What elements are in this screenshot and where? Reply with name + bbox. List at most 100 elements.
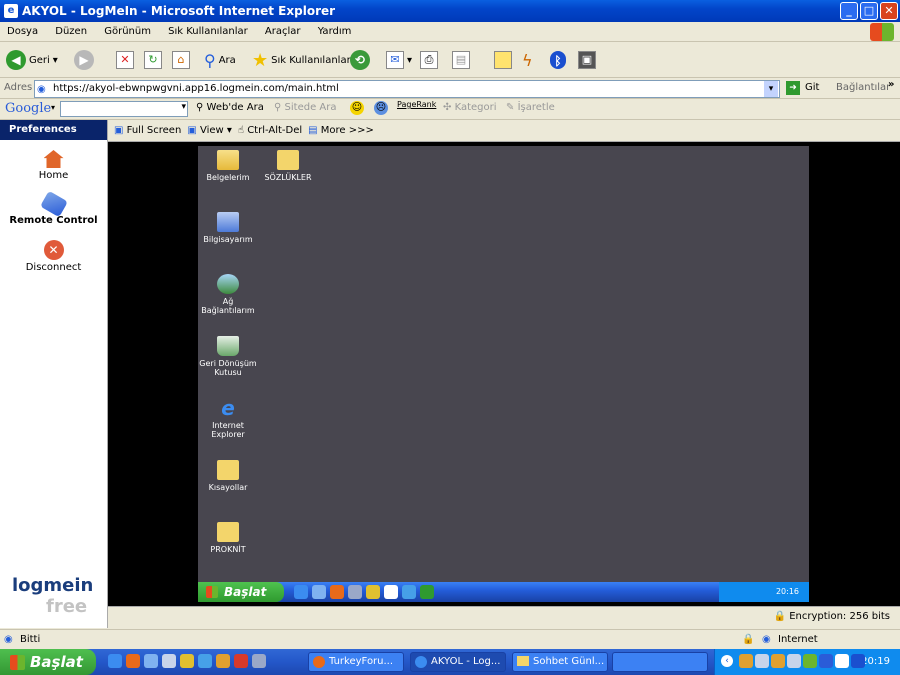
quicklaunch-icon[interactable] (216, 654, 230, 668)
more-button[interactable]: ▤ More >>> (308, 125, 374, 136)
bluetooth-button[interactable]: ᛒ (550, 47, 566, 73)
stop-button[interactable]: ✕ (116, 47, 134, 73)
full-screen-button[interactable]: ▣ Full Screen (114, 125, 181, 136)
address-dropdown-button[interactable]: ▾ (764, 81, 778, 97)
go-arrow-icon[interactable]: ➜ (786, 81, 800, 95)
quicklaunch-icon[interactable] (162, 654, 176, 668)
frown-icon[interactable]: ☹ (374, 101, 388, 115)
chevron-down-icon[interactable]: ▾ (181, 102, 186, 112)
view-button[interactable]: ▣ View ▾ (187, 125, 232, 136)
quicklaunch-icon[interactable] (366, 585, 380, 599)
skype-icon[interactable] (402, 585, 416, 599)
logmein-sidebar: Preferences Help Home Remote Control ✕ D… (0, 120, 108, 628)
desktop-icon-my-documents[interactable]: Belgelerim (198, 150, 258, 182)
smiley-icon[interactable]: ☺ (350, 101, 364, 115)
quicklaunch-firefox-icon[interactable] (126, 654, 140, 668)
menu-tools[interactable]: Araçlar (258, 22, 308, 42)
desktop-icon-recycle-bin[interactable]: Geri Dönüşüm Kutusu (198, 336, 258, 377)
chevron-down-icon[interactable]: ▾ (51, 103, 55, 112)
home-icon (43, 150, 64, 168)
help-link[interactable]: Help (16, 144, 42, 155)
go-button[interactable]: Git (805, 82, 819, 93)
google-logo[interactable]: Google (5, 101, 51, 116)
mail-button[interactable]: ✉ ▾ (386, 47, 412, 73)
taskbar-item-turkeyforum[interactable]: TurkeyForu... (308, 652, 404, 672)
forward-button[interactable]: ▶ (74, 47, 94, 73)
close-button[interactable]: ✕ (880, 2, 898, 20)
messenger-button[interactable]: ϟ (522, 47, 533, 73)
web-search-button[interactable]: ⚲ Web'de Ara (196, 102, 264, 113)
tray-icon[interactable] (755, 654, 769, 668)
quicklaunch-icon[interactable] (252, 654, 266, 668)
history-button[interactable]: ⟲ (350, 47, 370, 73)
taskbar-item-blank[interactable] (612, 652, 708, 672)
quicklaunch-icon[interactable] (144, 654, 158, 668)
site-search-button[interactable]: ⚲ Sitede Ara (274, 102, 336, 113)
window-titlebar[interactable]: e AKYOL - LogMeIn - Microsoft Internet E… (0, 0, 900, 22)
menu-edit[interactable]: Düzen (48, 22, 94, 42)
taskbar-item-akyol[interactable]: AKYOL - Log... (410, 652, 506, 672)
search-button[interactable]: ⚲ Ara (204, 47, 236, 73)
quicklaunch-ie-icon[interactable] (108, 654, 122, 668)
quicklaunch-icon[interactable] (312, 585, 326, 599)
refresh-button[interactable]: ↻ (144, 47, 162, 73)
maximize-button[interactable]: □ (860, 2, 878, 20)
quicklaunch-skype-icon[interactable] (198, 654, 212, 668)
category-button[interactable]: ✣ Kategori (443, 102, 497, 113)
taskbar-item-label: TurkeyForu... (329, 656, 394, 667)
taskbar-clock[interactable]: 20:19 (861, 656, 890, 667)
search-icon: ⚲ (204, 50, 216, 70)
remote-desktop[interactable]: Belgelerim SÖZLÜKLER Bilgisayarım Ağ Bağ… (198, 146, 809, 602)
secure-lock-icon[interactable]: 🔒 (742, 630, 754, 649)
windows-logo-icon (206, 586, 218, 598)
menu-file[interactable]: Dosya (0, 22, 45, 42)
tray-icon[interactable] (819, 654, 833, 668)
chevron-right-icon[interactable]: » (888, 79, 894, 90)
home-button[interactable]: ⌂ (172, 47, 190, 73)
address-input[interactable]: ◉ https://akyol-ebwnpwgvni.app16.logmein… (34, 80, 780, 98)
desktop-icon-sozlukler[interactable]: SÖZLÜKLER (258, 150, 318, 182)
desktop-icon-internet-explorer[interactable]: e Internet Explorer (198, 398, 258, 439)
chevron-left-icon[interactable]: ‹ (721, 655, 733, 667)
quicklaunch-icon[interactable] (420, 585, 434, 599)
menu-view[interactable]: Görünüm (97, 22, 158, 42)
print-button[interactable]: ⎙ (420, 47, 438, 73)
remote-viewer[interactable]: Belgelerim SÖZLÜKLER Bilgisayarım Ağ Bağ… (108, 142, 900, 606)
sidebar-item-disconnect[interactable]: ✕ Disconnect (0, 240, 107, 273)
quicklaunch-icon[interactable] (234, 654, 248, 668)
tray-icon[interactable] (835, 654, 849, 668)
research-button[interactable]: ▣ (578, 47, 596, 73)
mark-button[interactable]: ✎ İşaretle (506, 102, 555, 113)
quicklaunch-icon[interactable] (348, 585, 362, 599)
taskbar-item-sohbet[interactable]: Sohbet Günl... (512, 652, 608, 672)
menu-favorites[interactable]: Sık Kullanılanlar (161, 22, 255, 42)
quicklaunch-icon[interactable] (294, 585, 308, 599)
minimize-button[interactable]: _ (840, 2, 858, 20)
tray-icon[interactable] (803, 654, 817, 668)
firefox-icon[interactable] (330, 585, 344, 599)
sidebar-item-remote-control[interactable]: Remote Control (0, 190, 107, 226)
remote-control-icon (39, 190, 68, 218)
desktop-icon-my-computer[interactable]: Bilgisayarım (198, 212, 258, 244)
network-tray-icon[interactable] (787, 654, 801, 668)
start-button[interactable]: Başlat (0, 649, 96, 675)
links-label[interactable]: Bağlantılar (836, 82, 890, 93)
edit-button[interactable]: ▤ (452, 47, 470, 73)
bluetooth-icon[interactable] (851, 654, 865, 668)
tray-icon[interactable] (771, 654, 785, 668)
google-search-input[interactable]: ▾ (60, 101, 188, 117)
tray-icon[interactable] (739, 654, 753, 668)
quicklaunch-icon[interactable] (384, 585, 398, 599)
remote-start-button[interactable]: Başlat (198, 582, 284, 602)
favorites-button[interactable]: ★ Sık Kullanılanlar (252, 47, 351, 73)
quicklaunch-icon[interactable] (180, 654, 194, 668)
pagerank-indicator[interactable]: PageRank (397, 100, 436, 109)
notes-button[interactable] (494, 47, 512, 73)
desktop-icon-shortcuts[interactable]: Kısayollar (198, 460, 258, 492)
desktop-icon-proknit[interactable]: PROKNİT (198, 522, 258, 554)
preferences-link[interactable]: Preferences (9, 124, 77, 135)
back-button[interactable]: ◀ Geri ▾ (6, 47, 58, 73)
ctrl-alt-del-button[interactable]: ☝ Ctrl-Alt-Del (238, 125, 302, 136)
menu-help[interactable]: Yardım (311, 22, 359, 42)
desktop-icon-network[interactable]: Ağ Bağlantılarım (198, 274, 258, 315)
